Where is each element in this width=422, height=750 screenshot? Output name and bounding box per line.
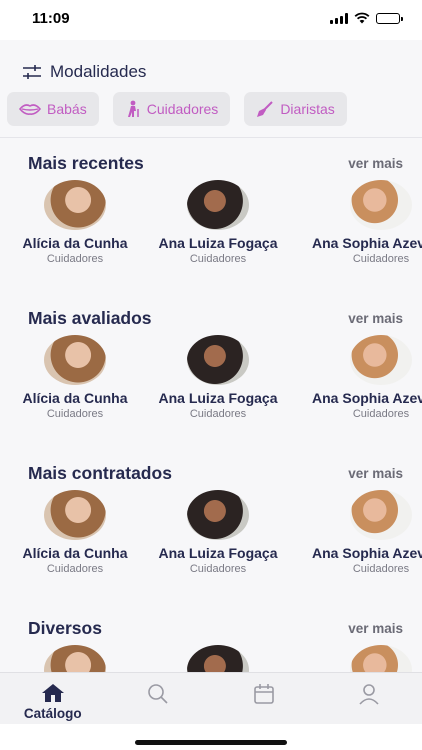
status-bar: 11:09 [0,0,422,40]
profile-role: Cuidadores [46,253,104,265]
profile-name: Ana Luiza Fogaça [158,235,278,251]
chip-diaristas[interactable]: Diaristas [244,92,347,126]
elderly-person-icon [127,100,139,117]
profile-name: Alícia da Cunha [22,235,128,251]
tab-search[interactable] [106,673,212,724]
profile-role: Cuidadores [46,563,104,575]
profile-name: Ana Sophia Azevedo [312,390,422,406]
see-more-link[interactable]: ver mais [348,621,403,636]
avatar [44,180,106,230]
avatar [187,335,249,385]
avatar [187,490,249,540]
section-mais-avaliados: Mais avaliados ver mais Alícia da Cunha … [0,293,422,448]
profile-role: Cuidadores [352,408,410,420]
profile-name: Alícia da Cunha [22,390,128,406]
profile-name: Ana Luiza Fogaça [158,390,278,406]
tab-profile[interactable] [317,673,422,724]
battery-icon [376,12,403,24]
profile-name: Ana Luiza Fogaça [158,545,278,561]
home-indicator[interactable] [135,740,287,745]
see-more-link[interactable]: ver mais [348,311,403,326]
profile-card[interactable]: Ana Luiza Fogaça Cuidadores [148,490,288,575]
broom-icon [257,101,274,117]
profile-carousel[interactable]: Alícia da Cunha Cuidadores Ana Luiza Fog… [0,180,422,280]
avatar [187,645,249,672]
section-title: Mais contratados [28,462,172,483]
avatar [187,180,249,230]
calendar-icon [253,684,274,704]
chip-label: Diaristas [280,101,335,117]
status-time: 11:09 [32,10,70,27]
modalidades-header: Modalidades [0,58,422,86]
profile-role: Cuidadores [352,253,410,265]
avatar [350,490,412,540]
profile-card[interactable]: Alícia da Cunha Cuidadores [5,180,145,265]
status-icons [330,12,403,24]
profile-carousel[interactable]: Alícia da Cunha Cuidadores Ana Luiza Fog… [0,335,422,435]
see-more-link[interactable]: ver mais [348,466,403,481]
profile-card[interactable]: Ana Sophia Azevedo Cuidadores [311,335,422,420]
profile-card[interactable] [5,645,145,672]
profile-icon [359,684,379,705]
profile-name: Ana Sophia Azevedo [312,235,422,251]
profile-card[interactable]: Alícia da Cunha Cuidadores [5,335,145,420]
profile-role: Cuidadores [352,563,410,575]
profile-card[interactable]: Ana Luiza Fogaça Cuidadores [148,335,288,420]
avatar [44,490,106,540]
section-title: Diversos [28,617,102,638]
profile-carousel[interactable]: Alícia da Cunha Cuidadores Ana Luiza Fog… [0,490,422,590]
profile-card[interactable]: Alícia da Cunha Cuidadores [5,490,145,575]
home-indicator-area [0,724,422,750]
lips-icon [19,104,41,115]
tab-bar: Catálogo [0,672,422,724]
avatar [350,645,412,672]
profile-card[interactable]: Ana Luiza Fogaça Cuidadores [148,180,288,265]
profile-card[interactable]: Ana Sophia Azevedo Cuidadores [311,180,422,265]
profile-carousel[interactable] [0,645,422,672]
wifi-icon [354,12,370,24]
avatar [350,335,412,385]
section-title: Mais recentes [28,152,144,173]
profile-role: Cuidadores [189,408,247,420]
tab-label: Catálogo [23,706,82,721]
section-mais-contratados: Mais contratados ver mais Alícia da Cunh… [0,448,422,603]
avatar [44,335,106,385]
profile-role: Cuidadores [189,253,247,265]
profile-name: Ana Sophia Azevedo [312,545,422,561]
profile-role: Cuidadores [189,563,247,575]
chip-cuidadores[interactable]: Cuidadores [112,92,231,126]
tab-catalogo[interactable]: Catálogo [0,673,106,724]
home-icon [41,684,64,702]
avatar [350,180,412,230]
chip-label: Babás [47,101,87,117]
profile-card[interactable] [148,645,288,672]
tab-calendar[interactable] [211,673,317,724]
chip-babas[interactable]: Babás [7,92,99,126]
modalidades-title: Modalidades [50,62,147,81]
section-diversos: Diversos ver mais [0,603,422,672]
search-icon [148,684,168,704]
sliders-icon [23,65,41,79]
modalidades-section: Modalidades Babás Cuidadores Diaristas [0,40,422,138]
see-more-link[interactable]: ver mais [348,156,403,171]
modalidades-chips: Babás Cuidadores Diaristas [0,92,422,126]
avatar [44,645,106,672]
section-title: Mais avaliados [28,307,152,328]
chip-label: Cuidadores [146,101,219,117]
profile-name: Alícia da Cunha [22,545,128,561]
profile-card[interactable]: Ana Sophia Azevedo Cuidadores [311,490,422,575]
section-mais-recentes: Mais recentes ver mais Alícia da Cunha C… [0,138,422,293]
catalog-content[interactable]: Mais recentes ver mais Alícia da Cunha C… [0,138,422,672]
profile-role: Cuidadores [46,408,104,420]
profile-card[interactable] [311,645,422,672]
cellular-signal-icon [330,12,348,24]
